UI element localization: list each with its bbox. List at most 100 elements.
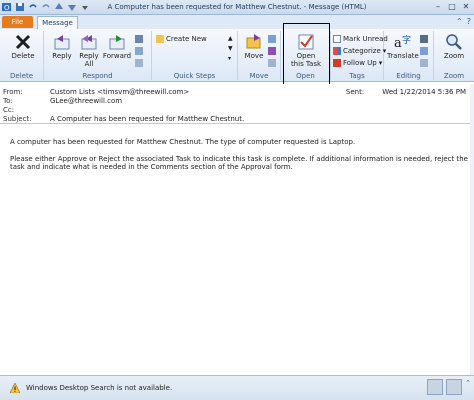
editing-group: a字 Translate Editing [384,31,434,80]
move-label: Move [244,52,264,60]
move-group-label: Move [249,72,269,80]
tab-file[interactable]: File [2,16,33,28]
delete-group: Delete Delete [0,31,44,80]
delete-button[interactable]: Delete [8,33,38,60]
actions-button[interactable] [268,59,276,67]
actions-icon [268,59,276,67]
rules-button[interactable] [268,35,276,43]
move-folder-icon [246,34,261,49]
im-reply-button[interactable] [135,47,143,55]
flag-icon [333,59,341,67]
search-warning: Windows Desktop Search is not available. [10,383,172,393]
magnifier-icon [446,34,462,50]
delete-group-label: Delete [10,72,33,80]
people-pane-avatars [427,379,462,395]
reply-all-button[interactable]: Reply All [78,33,100,68]
reply-icon [54,35,70,50]
zoom-button[interactable]: Zoom [440,33,468,60]
find-button[interactable] [420,35,428,43]
categorize-icon [333,47,341,55]
help-icon[interactable]: ? [467,17,471,26]
maximize-button[interactable]: □ [446,1,458,12]
delete-x-icon [15,34,31,50]
translate-label: Translate [387,52,419,60]
from-value[interactable]: Custom Lists <timsvm@threewill.com> [50,88,189,97]
to-row: To: GLee@threewill.com [3,97,122,106]
translate-button[interactable]: a字 Translate [387,33,419,60]
follow-up-label: Follow Up [343,59,377,67]
zoom-group: Zoom Zoom [434,31,474,80]
sent-row: Sent: Wed 1/22/2014 5:36 PM [346,88,466,96]
respond-group-label: Respond [82,72,113,80]
vertical-scrollbar[interactable] [470,84,474,376]
quick-steps-group-label: Quick Steps [173,72,216,80]
tab-message[interactable]: Message [37,16,78,29]
svg-text:a: a [394,36,402,51]
reply-button[interactable]: Reply [50,33,74,60]
body-paragraph-2: Please either Approve or Reject the asso… [10,154,468,172]
select-button[interactable] [420,59,428,67]
zoom-group-label: Zoom [443,72,465,80]
forward-label: Forward [102,52,132,60]
warning-icon [10,383,20,393]
mark-unread-label: Mark Unread [343,35,388,43]
related-button[interactable] [420,47,428,55]
people-pane-bar: Windows Desktop Search is not available.… [0,375,474,400]
respond-group: Reply Reply All Forward Respond [44,31,152,80]
forward-icon [109,35,125,50]
message-header: From: Custom Lists <timsvm@threewill.com… [0,84,474,123]
window-title: A Computer has been requested for Matthe… [107,3,367,11]
reply-all-icon [81,35,97,50]
more-icon [135,59,143,67]
delete-label: Delete [11,52,35,60]
move-group: Move Move [238,31,281,80]
editing-group-label: Editing [396,72,421,80]
from-label: From: [3,88,23,96]
categorize-label: Categorize [343,47,381,55]
body-text: A computer has been requested for Matthe… [10,138,468,180]
translate-icon: a字 [394,34,411,51]
create-new-label: Create New [166,35,207,43]
tags-group: Mark Unread Categorize ▾ Follow Up ▾ Tag… [331,31,388,80]
close-button[interactable]: ✕ [460,1,472,12]
mark-unread-button[interactable]: Mark Unread [333,35,388,43]
meeting-icon [135,35,143,43]
sent-value: Wed 1/22/2014 5:36 PM [382,88,466,96]
quick-steps-up-icon[interactable]: ▲ [228,35,233,42]
reply-label: Reply [52,52,72,60]
zoom-label: Zoom [443,52,465,60]
quick-steps-down-icon[interactable]: ▼ [228,45,233,52]
avatar[interactable] [427,379,443,395]
follow-up-button[interactable]: Follow Up ▾ [333,59,382,67]
avatar[interactable] [446,379,462,395]
chevron-down-icon: ▾ [378,59,383,67]
svg-text:字: 字 [402,34,411,46]
quick-steps-more-icon[interactable]: ▾ [228,55,231,62]
expand-people-pane-icon[interactable]: ⌃ [465,379,471,387]
ribbon: Delete Delete Reply Reply All Forward Re… [0,29,474,82]
cc-label: Cc: [3,106,15,114]
highlight-box [283,23,330,92]
binoculars-icon [420,35,428,43]
more-respond-button[interactable] [135,59,143,67]
to-label: To: [3,97,13,105]
cursor-icon [420,59,428,67]
onenote-button[interactable] [268,47,276,55]
related-icon [420,47,428,55]
message-body[interactable]: A computer has been requested for Matthe… [0,123,474,375]
reply-all-label-2: All [84,60,94,68]
body-paragraph-1: A computer has been requested for Matthe… [10,138,356,146]
forward-button[interactable]: Forward [102,33,132,60]
move-button[interactable]: Move [242,33,266,60]
categorize-button[interactable]: Categorize ▾ [333,47,386,55]
create-new-quick-step[interactable]: Create New [156,35,207,43]
quick-steps-group: Create New ▲ ▼ ▾ Quick Steps [152,31,238,80]
onenote-icon [268,47,276,55]
collapse-ribbon-icon[interactable]: ⌃ [456,17,463,26]
ribbon-tabs: File Message ⌃ ? [0,15,474,29]
warning-text: Windows Desktop Search is not available. [26,384,173,392]
meeting-reply-button[interactable] [135,35,143,43]
minimize-button[interactable]: – [432,1,444,12]
to-value[interactable]: GLee@threewill.com [50,97,122,106]
from-row: From: Custom Lists <timsvm@threewill.com… [3,88,189,97]
